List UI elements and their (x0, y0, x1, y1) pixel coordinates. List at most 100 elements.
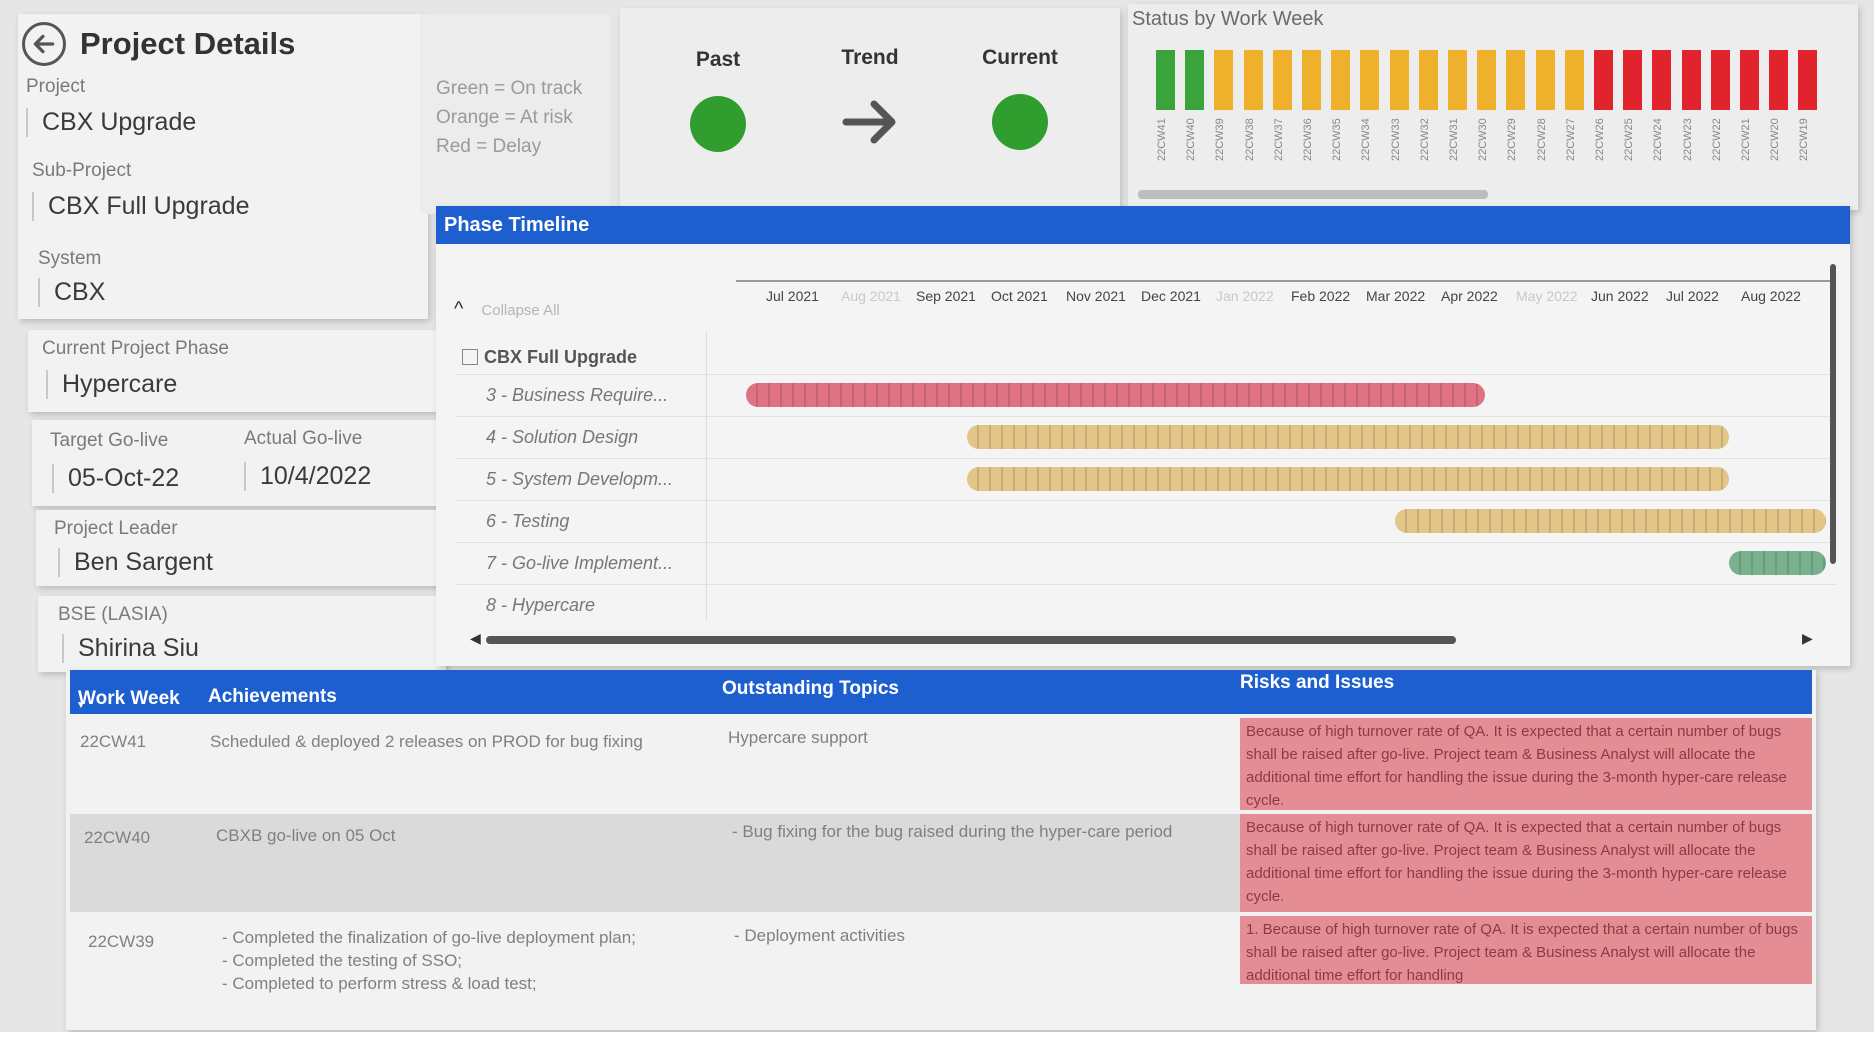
trend-label: Trend (841, 46, 899, 69)
timeline-row-divider (456, 542, 1836, 543)
target-golive-value: 05-Oct-22 (68, 464, 180, 492)
current-status-dot (992, 94, 1048, 150)
phase-label: Current Project Phase (42, 338, 229, 359)
timeline-phase-label[interactable]: 5 - System Developm... (456, 462, 696, 496)
work-week-status-bar[interactable] (1331, 50, 1351, 110)
timeline-phase-label[interactable]: 8 - Hypercare (456, 588, 696, 622)
timeline-phase-bar[interactable] (967, 467, 1729, 491)
table-header-row: Work Week ▼ Achievements Outstanding Top… (70, 670, 1812, 714)
collapse-all-button[interactable]: ^ Collapse All (454, 298, 560, 321)
work-week-status-bar[interactable] (1156, 50, 1175, 110)
timeline-phase-label[interactable]: 7 - Go-live Implement... (456, 546, 696, 580)
header-risks-issues[interactable]: Risks and Issues (1240, 672, 1394, 694)
back-button[interactable] (22, 22, 66, 66)
sort-desc-icon[interactable]: ▼ (76, 700, 86, 711)
timeline-month-label: Feb 2022 (1291, 288, 1351, 304)
bse-card: BSE (LASIA) Shirina Siu (38, 596, 446, 672)
work-week-scrollbar[interactable] (1138, 190, 1488, 199)
scroll-right-arrow-icon[interactable]: ▶ (1802, 630, 1813, 647)
bse-label: BSE (LASIA) (58, 604, 168, 625)
timeline-vertical-scrollbar[interactable] (1830, 264, 1836, 564)
work-week-status-bar[interactable] (1272, 50, 1292, 110)
work-week-status-bar[interactable] (1564, 50, 1584, 110)
table-row: 22CW40 CBXB go-live on 05 Oct - Bug fixi… (70, 814, 1812, 912)
timeline-horizontal-scrollbar[interactable] (486, 636, 1456, 644)
work-week-tick-label: 22CW29 (1506, 118, 1519, 161)
header-work-week[interactable]: Work Week (78, 688, 180, 710)
work-week-tick-label: 22CW36 (1302, 118, 1314, 161)
work-week-status-bar[interactable] (1185, 50, 1205, 110)
work-week-tick-label: 22CW35 (1331, 118, 1344, 161)
expand-checkbox-icon[interactable] (462, 349, 478, 365)
leader-field: Ben Sargent (58, 548, 213, 577)
timeline-phase-bar[interactable] (746, 383, 1485, 407)
scroll-left-arrow-icon[interactable]: ◀ (470, 630, 481, 647)
work-week-status-bar[interactable] (1418, 50, 1438, 110)
cell-outstanding: - Deployment activities (734, 926, 906, 945)
timeline-month-label: Aug 2021 (841, 288, 901, 304)
timeline-phase-label[interactable]: 3 - Business Require... (456, 378, 696, 412)
timeline-phase-bar[interactable] (967, 425, 1729, 449)
timeline-row-divider (456, 374, 1836, 375)
target-golive-label: Target Go-live (50, 430, 169, 451)
cell-achievements: - Completed the finalization of go-live … (222, 928, 636, 993)
timeline-phase-label[interactable]: 6 - Testing (456, 504, 696, 538)
work-week-status-bar[interactable] (1214, 50, 1234, 110)
timeline-phase-bar[interactable] (1394, 509, 1826, 533)
timeline-month-label: Nov 2021 (1066, 288, 1126, 304)
work-week-tick-label: 22CW20 (1769, 118, 1782, 161)
target-golive-field: 05-Oct-22 (52, 464, 179, 493)
work-week-status-bar[interactable] (1798, 50, 1818, 110)
work-week-status-bar[interactable] (1740, 50, 1759, 110)
timeline-group-row[interactable]: CBX Full Upgrade (456, 340, 696, 374)
work-week-status-bar[interactable] (1448, 50, 1467, 110)
timeline-row-divider (456, 416, 1836, 417)
work-week-status-bar[interactable] (1506, 50, 1526, 110)
cell-work-week: 22CW39 (88, 932, 155, 951)
timeline-month-label: Mar 2022 (1366, 288, 1426, 304)
work-week-status-bar[interactable] (1623, 50, 1643, 110)
work-week-status-bar[interactable] (1477, 50, 1497, 110)
work-week-status-bar[interactable] (1243, 50, 1263, 110)
timeline-month-label: Jul 2022 (1666, 288, 1719, 304)
system-field: CBX (38, 278, 105, 307)
work-week-status-bar[interactable] (1594, 50, 1613, 110)
work-week-status-bar[interactable] (1535, 50, 1555, 110)
actual-golive-value: 10/4/2022 (260, 462, 372, 490)
work-week-tick-label: 22CW37 (1272, 118, 1285, 161)
project-value: CBX Upgrade (42, 108, 197, 136)
work-week-status-bar[interactable] (1302, 50, 1321, 110)
system-value: CBX (54, 278, 106, 306)
timeline-month-label: May 2022 (1516, 288, 1578, 304)
timeline-month-label: Jan 2022 (1216, 288, 1274, 304)
work-week-status-bar[interactable] (1769, 50, 1789, 110)
legend-orange: Orange = At risk (436, 107, 573, 128)
legend-green: Green = On track (436, 78, 583, 99)
work-week-status-bar[interactable] (1710, 50, 1730, 110)
actual-golive-label: Actual Go-live (244, 428, 363, 449)
header-outstanding-topics[interactable]: Outstanding Topics (722, 678, 899, 700)
timeline-phase-bar[interactable] (1728, 551, 1826, 575)
cell-achievements: Scheduled & deployed 2 releases on PROD … (210, 732, 643, 751)
timeline-phase-label[interactable]: 4 - Solution Design (456, 420, 696, 454)
table-row: 22CW39 - Completed the finalization of g… (70, 916, 1812, 1016)
work-week-status-bar[interactable] (1681, 50, 1701, 110)
work-week-status-bar[interactable] (1652, 50, 1672, 110)
header-achievements[interactable]: Achievements (208, 686, 337, 708)
timeline-row-divider (456, 584, 1836, 585)
legend-red: Red = Delay (436, 136, 542, 157)
leader-value: Ben Sargent (74, 548, 213, 576)
timeline-month-label: Jul 2021 (766, 288, 819, 304)
status-by-work-week-chart: Status by Work Week 22CW41 22CW40 22CW39 22… (1128, 4, 1858, 210)
work-week-status-bar[interactable] (1360, 50, 1380, 110)
work-week-tick-label: 22CW30 (1477, 118, 1490, 161)
work-week-tick-label: 22CW22 (1710, 118, 1723, 161)
timeline-row-divider (456, 458, 1836, 459)
bse-field: Shirina Siu (62, 634, 199, 663)
work-week-status-bar[interactable] (1389, 50, 1409, 110)
current-phase-card: Current Project Phase Hypercare (28, 330, 436, 412)
bottom-strip (0, 1032, 1874, 1050)
phase-field: Hypercare (46, 370, 177, 399)
status-indicator-card: Past Trend Current (620, 8, 1120, 208)
work-week-chart-title: Status by Work Week (1132, 8, 1324, 30)
